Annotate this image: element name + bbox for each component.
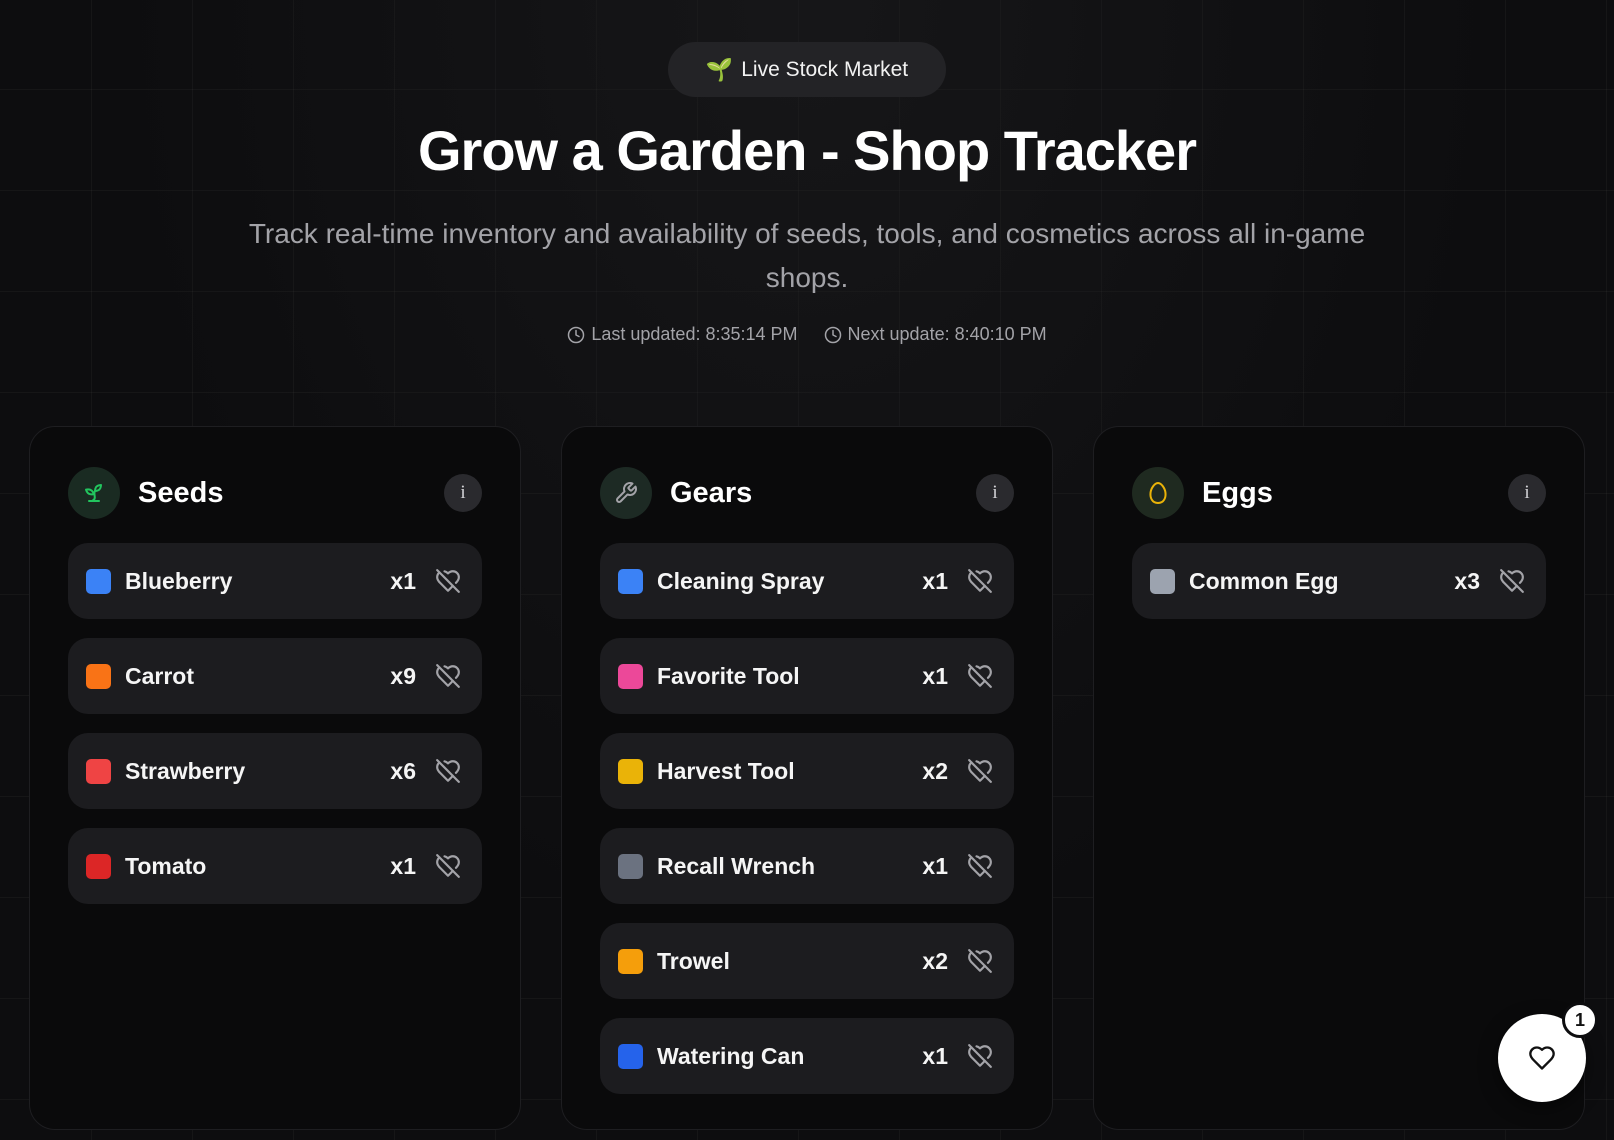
item-color-swatch bbox=[86, 568, 111, 594]
list-item: Blueberry x1 bbox=[68, 543, 482, 619]
last-updated: Last updated: 8:35:14 PM bbox=[567, 324, 798, 345]
heart-off-icon[interactable] bbox=[966, 852, 994, 880]
gears-shop-card: Gears i Cleaning Spray x1 Favorite Tool … bbox=[561, 426, 1053, 1130]
list-item: Harvest Tool x2 bbox=[600, 733, 1014, 809]
list-item: Carrot x9 bbox=[68, 638, 482, 714]
gears-info-button[interactable]: i bbox=[976, 474, 1014, 512]
heart-off-icon[interactable] bbox=[434, 567, 462, 595]
item-color-swatch bbox=[86, 758, 111, 784]
list-item: Recall Wrench x1 bbox=[600, 828, 1014, 904]
item-quantity: x1 bbox=[922, 567, 948, 594]
heart-off-icon[interactable] bbox=[434, 852, 462, 880]
gears-card-title: Gears bbox=[670, 476, 753, 509]
clock-icon bbox=[568, 326, 585, 343]
item-name: Watering Can bbox=[657, 1042, 805, 1069]
heart-off-icon[interactable] bbox=[1498, 567, 1526, 595]
seeds-card-title: Seeds bbox=[138, 476, 224, 509]
item-quantity: x1 bbox=[390, 852, 416, 879]
list-item: Watering Can x1 bbox=[600, 1018, 1014, 1094]
list-item: Tomato x1 bbox=[68, 828, 482, 904]
next-update-text: Next update: 8:40:10 PM bbox=[847, 324, 1047, 344]
item-name: Trowel bbox=[657, 947, 730, 974]
item-quantity: x3 bbox=[1454, 567, 1480, 594]
list-item: Common Egg x3 bbox=[1132, 543, 1546, 619]
item-quantity: x1 bbox=[390, 567, 416, 594]
heart-off-icon[interactable] bbox=[434, 662, 462, 690]
eggs-shop-card: Eggs i Common Egg x3 bbox=[1093, 426, 1585, 1130]
item-color-swatch bbox=[618, 758, 643, 784]
list-item: Strawberry x6 bbox=[68, 733, 482, 809]
eggs-card-header: Eggs i bbox=[1132, 467, 1546, 519]
list-item: Favorite Tool x1 bbox=[600, 638, 1014, 714]
item-color-swatch bbox=[86, 853, 111, 879]
item-quantity: x1 bbox=[922, 852, 948, 879]
gears-card-header: Gears i bbox=[600, 467, 1014, 519]
sprout-emoji-icon: 🌱 bbox=[705, 56, 734, 82]
heart-icon bbox=[1529, 1046, 1555, 1070]
item-name: Strawberry bbox=[125, 757, 246, 784]
heart-off-icon[interactable] bbox=[966, 757, 994, 785]
item-color-swatch bbox=[618, 568, 643, 594]
favorites-count-badge: 1 bbox=[1562, 1002, 1598, 1038]
item-quantity: x2 bbox=[922, 947, 948, 974]
item-name: Favorite Tool bbox=[657, 662, 800, 689]
item-color-swatch bbox=[618, 1043, 643, 1069]
next-update: Next update: 8:40:10 PM bbox=[824, 324, 1047, 345]
item-color-swatch bbox=[618, 663, 643, 689]
item-name: Recall Wrench bbox=[657, 852, 816, 879]
live-stock-market-badge: 🌱 Live Stock Market bbox=[668, 42, 946, 97]
item-color-swatch bbox=[1150, 568, 1175, 594]
item-quantity: x2 bbox=[922, 757, 948, 784]
item-name: Harvest Tool bbox=[657, 757, 795, 784]
seeds-item-list: Blueberry x1 Carrot x9 Strawberry x6 Tom… bbox=[68, 543, 482, 923]
wrench-icon bbox=[600, 467, 652, 519]
badge-label: Live Stock Market bbox=[741, 57, 909, 81]
heart-off-icon[interactable] bbox=[966, 947, 994, 975]
eggs-card-title: Eggs bbox=[1202, 476, 1273, 509]
seeds-card-header: Seeds i bbox=[68, 467, 482, 519]
item-color-swatch bbox=[86, 663, 111, 689]
update-timestamps: Last updated: 8:35:14 PM Next update: 8:… bbox=[0, 324, 1614, 345]
item-color-swatch bbox=[618, 948, 643, 974]
eggs-info-button[interactable]: i bbox=[1508, 474, 1546, 512]
egg-icon bbox=[1132, 467, 1184, 519]
last-updated-text: Last updated: 8:35:14 PM bbox=[591, 324, 798, 344]
page: 🌱 Live Stock Market Grow a Garden - Shop… bbox=[0, 0, 1614, 1140]
gears-item-list: Cleaning Spray x1 Favorite Tool x1 Harve… bbox=[600, 543, 1014, 1113]
heart-off-icon[interactable] bbox=[434, 757, 462, 785]
list-item: Cleaning Spray x1 bbox=[600, 543, 1014, 619]
item-quantity: x6 bbox=[390, 757, 416, 784]
item-name: Tomato bbox=[125, 852, 207, 879]
item-color-swatch bbox=[618, 853, 643, 879]
list-item: Trowel x2 bbox=[600, 923, 1014, 999]
sprout-icon bbox=[68, 467, 120, 519]
heart-off-icon[interactable] bbox=[966, 662, 994, 690]
clock-icon bbox=[824, 326, 841, 343]
seeds-shop-card: Seeds i Blueberry x1 Carrot x9 Strawberr… bbox=[29, 426, 521, 1130]
item-quantity: x9 bbox=[390, 662, 416, 689]
item-quantity: x1 bbox=[922, 1042, 948, 1069]
page-subtitle: Track real-time inventory and availabili… bbox=[248, 218, 1366, 293]
eggs-item-list: Common Egg x3 bbox=[1132, 543, 1546, 638]
item-name: Common Egg bbox=[1189, 567, 1339, 594]
heart-off-icon[interactable] bbox=[966, 1042, 994, 1070]
item-name: Cleaning Spray bbox=[657, 567, 825, 594]
heart-off-icon[interactable] bbox=[966, 567, 994, 595]
page-title: Grow a Garden - Shop Tracker bbox=[417, 119, 1197, 182]
item-quantity: x1 bbox=[922, 662, 948, 689]
seeds-info-button[interactable]: i bbox=[444, 474, 482, 512]
item-name: Carrot bbox=[125, 662, 195, 689]
item-name: Blueberry bbox=[125, 567, 233, 594]
